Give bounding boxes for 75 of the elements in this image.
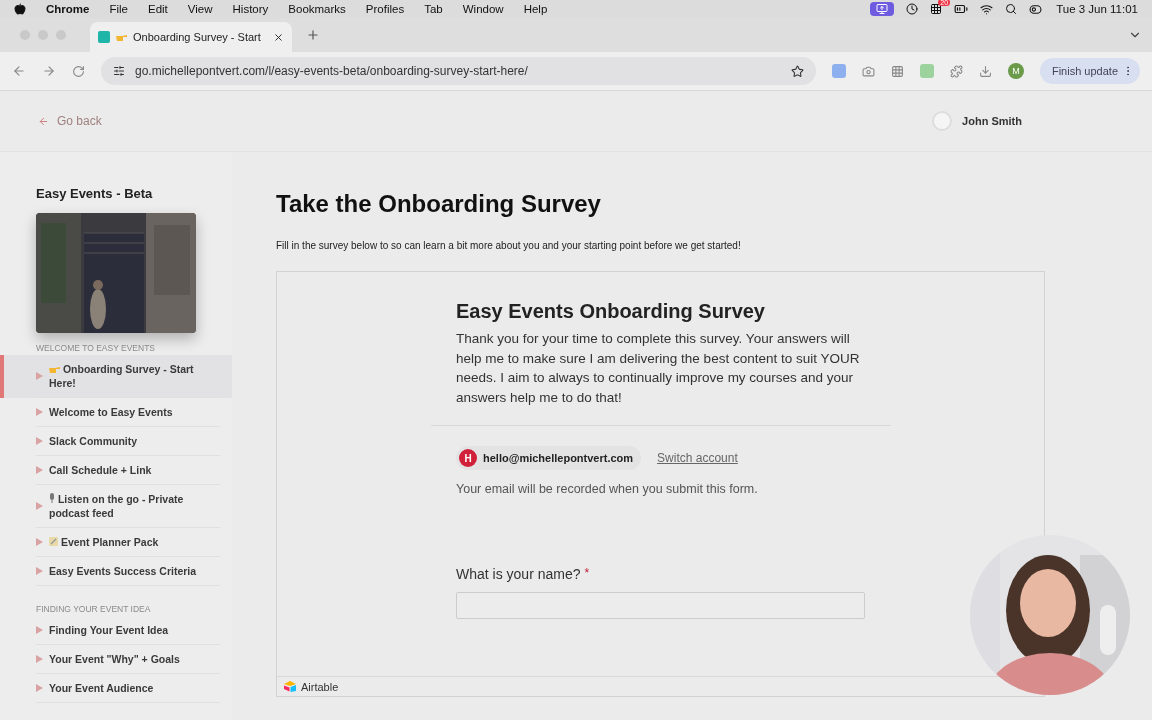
back-icon[interactable] bbox=[12, 64, 26, 78]
apple-icon[interactable] bbox=[14, 3, 26, 15]
tab-title: Onboarding Survey - Start bbox=[133, 31, 261, 43]
notepad-icon bbox=[49, 537, 58, 546]
download-icon[interactable] bbox=[978, 64, 992, 78]
switch-account-link[interactable]: Switch account bbox=[657, 451, 738, 465]
lesson-item[interactable]: Your Event Audience bbox=[0, 674, 232, 703]
section-heading: WELCOME TO EASY EVENTS bbox=[36, 343, 157, 353]
menu-item[interactable]: Window bbox=[462, 3, 504, 15]
grid-icon[interactable] bbox=[890, 64, 904, 78]
menu-item[interactable]: Profiles bbox=[365, 3, 405, 15]
intro-text: Fill in the survey below to so can learn a bit more about you and your starting point before we get started! bbox=[276, 240, 742, 251]
caret-icon bbox=[36, 626, 43, 634]
screen-share-icon[interactable] bbox=[870, 2, 895, 16]
clock-icon[interactable] bbox=[906, 3, 919, 15]
account-avatar: H bbox=[459, 449, 477, 467]
close-icon[interactable] bbox=[272, 31, 284, 43]
email-note: Your email will be recorded when you submit this form. bbox=[456, 482, 759, 496]
required-mark: * bbox=[584, 566, 590, 582]
caret-icon bbox=[36, 466, 43, 474]
wifi-icon[interactable] bbox=[980, 2, 994, 16]
lesson-item[interactable]: Welcome to Easy Events bbox=[0, 398, 232, 427]
browser-tab[interactable]: Onboarding Survey - Start bbox=[90, 22, 292, 52]
favicon-icon bbox=[98, 31, 110, 43]
caret-icon bbox=[36, 437, 43, 445]
lesson-item[interactable]: Your Event "Why" + Goals bbox=[0, 645, 232, 674]
menu-item[interactable]: File bbox=[109, 3, 128, 15]
lesson-item[interactable]: Event Planner Pack bbox=[0, 528, 232, 557]
lesson-item[interactable]: Listen on the go - Private podcast feed bbox=[0, 485, 232, 528]
lesson-item[interactable]: Call Schedule + Link bbox=[0, 456, 232, 485]
extension-icon[interactable] bbox=[831, 64, 846, 78]
caret-icon bbox=[36, 655, 43, 663]
microphone-icon bbox=[49, 493, 55, 503]
caret-icon bbox=[36, 684, 43, 692]
camera-icon[interactable] bbox=[861, 64, 875, 78]
url-text: go.michellepontvert.com/l/easy-events-beta/onboarding-survey-start-here/ bbox=[135, 64, 529, 78]
forward-icon[interactable] bbox=[42, 64, 56, 78]
lesson-item[interactable]: Finding Your Event Idea bbox=[0, 616, 232, 645]
finish-update-button[interactable]: Finish update bbox=[1039, 58, 1140, 84]
menu-item[interactable]: Bookmarks bbox=[288, 3, 346, 15]
lesson-item[interactable]: Slack Community bbox=[0, 427, 232, 456]
menu-item[interactable]: Help bbox=[523, 3, 548, 15]
menu-clock[interactable]: Tue 3 Jun 11:01 bbox=[1056, 3, 1138, 15]
footer-brand: Airtable bbox=[301, 680, 339, 693]
reload-icon[interactable] bbox=[72, 64, 85, 78]
form-title: Easy Events Onboarding Survey bbox=[456, 300, 766, 323]
search-icon[interactable] bbox=[1005, 3, 1018, 15]
form-description: Thank you for your time to complete this survey. Your answers will help me to make sure I am delivering the best content to suit YOUR needs. I aim to always to continually improve my courses and your answers help me to do that! bbox=[456, 330, 861, 407]
back-arrow-icon bbox=[38, 115, 49, 127]
caret-icon bbox=[36, 567, 43, 575]
course-title: Easy Events - Beta bbox=[36, 186, 154, 201]
lesson-item[interactable]: Onboarding Survey - Start Here! bbox=[0, 355, 232, 398]
caret-icon bbox=[36, 372, 43, 380]
lesson-item[interactable]: Easy Events Success Criteria bbox=[0, 557, 232, 586]
caret-icon bbox=[36, 502, 43, 510]
site-settings-icon[interactable] bbox=[113, 65, 125, 77]
menu-item[interactable]: View bbox=[187, 3, 213, 15]
airtable-logo-icon bbox=[283, 681, 297, 692]
app-menu[interactable]: Chrome bbox=[46, 3, 90, 15]
new-tab-icon[interactable] bbox=[305, 28, 320, 42]
page-heading: Take the Onboarding Survey bbox=[276, 190, 602, 218]
bookmark-star-icon[interactable] bbox=[790, 64, 804, 78]
section-heading: FINDING YOUR EVENT IDEA bbox=[36, 604, 152, 614]
caret-icon bbox=[36, 408, 43, 416]
account-email: hello@michellepontvert.com bbox=[483, 452, 634, 464]
menu-item[interactable]: History bbox=[232, 3, 269, 15]
answer-field[interactable] bbox=[456, 592, 865, 619]
battery-icon[interactable] bbox=[954, 2, 969, 16]
extensions-icon[interactable] bbox=[949, 64, 963, 78]
address-bar[interactable]: go.michellepontvert.com/l/easy-events-beta/onboarding-survey-start-here/ bbox=[101, 57, 816, 85]
caret-icon bbox=[36, 538, 43, 546]
menu-item[interactable]: Tab bbox=[424, 3, 443, 15]
question-label: What is your name? bbox=[456, 566, 581, 582]
menu-item[interactable]: Edit bbox=[148, 3, 168, 15]
user-name[interactable]: John Smith bbox=[962, 115, 1022, 127]
